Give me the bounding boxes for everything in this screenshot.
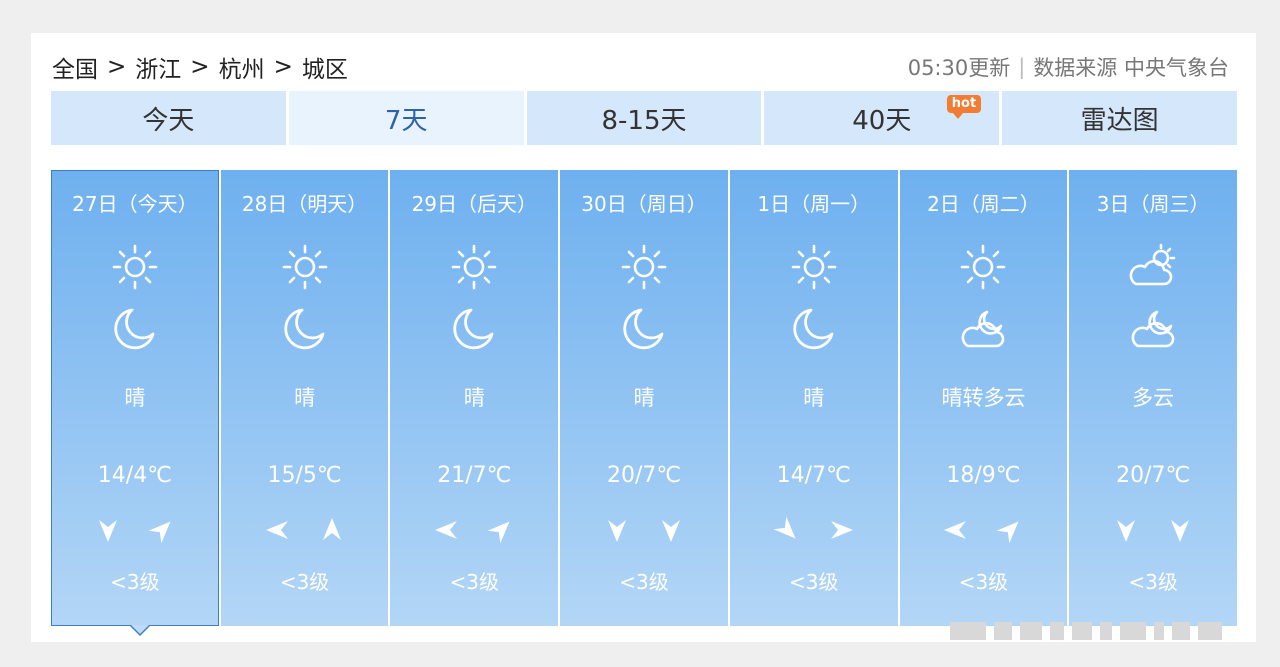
day-date: 3日（周三） bbox=[1096, 192, 1210, 216]
wind-arrow-left-icon bbox=[262, 514, 294, 550]
tab-label: 今天 bbox=[142, 105, 195, 136]
tab-today[interactable]: 今天 bbox=[51, 91, 286, 145]
wind-direction bbox=[390, 514, 558, 550]
wind-arrow-down-icon bbox=[601, 514, 633, 550]
sun-icon bbox=[617, 240, 671, 294]
moon-icon bbox=[787, 302, 841, 356]
temperature-range: 21/7℃ bbox=[437, 463, 512, 488]
temperature-range: 20/7℃ bbox=[606, 463, 682, 488]
day-date: 2日（周二） bbox=[927, 192, 1040, 216]
weather-description: 多云 bbox=[1132, 386, 1175, 410]
wind-direction bbox=[730, 514, 898, 550]
wind-direction bbox=[560, 514, 728, 550]
tab-radar[interactable]: 雷达图 bbox=[1002, 91, 1237, 145]
meta-divider: | bbox=[1018, 55, 1026, 79]
watermark bbox=[950, 620, 1240, 642]
forecast-tabs: 今天 7天 8-15天 40天 hot 雷达图 bbox=[51, 91, 1237, 145]
weather-description: 晴 bbox=[803, 386, 825, 410]
tab-label: 40天 bbox=[852, 105, 912, 136]
tab-label: 8-15天 bbox=[601, 105, 687, 136]
breadcrumb-item-city[interactable]: 杭州 bbox=[219, 50, 265, 84]
day-forecast[interactable]: 28日（明天） 晴 15/5℃ <3级 bbox=[220, 170, 389, 626]
wind-direction bbox=[51, 514, 219, 550]
wind-direction bbox=[1069, 514, 1237, 550]
sun-icon bbox=[787, 240, 841, 294]
wind-level: <3级 bbox=[449, 570, 500, 594]
weather-description: 晴 bbox=[463, 386, 485, 410]
temperature-range: 18/9℃ bbox=[946, 463, 1021, 488]
day-date: 29日（后天） bbox=[411, 192, 538, 216]
wind-arrow-up-right-icon bbox=[146, 514, 178, 550]
moon-icon bbox=[278, 302, 332, 356]
partly-cloudy-icon bbox=[1126, 240, 1180, 294]
daily-forecast-list: 27日（今天） 晴 14/4℃ <3级 28日（明天） 晴 15/5℃ <3级 29日（后天） 晴… bbox=[51, 170, 1238, 626]
weather-description: 晴 bbox=[124, 386, 146, 410]
selected-day-pointer bbox=[130, 625, 150, 636]
wind-arrow-up-right-icon bbox=[485, 514, 517, 550]
wind-level: <3级 bbox=[110, 570, 160, 594]
breadcrumb-item-province[interactable]: 浙江 bbox=[135, 50, 181, 84]
wind-arrow-down-icon bbox=[92, 514, 124, 550]
breadcrumb-separator: > bbox=[107, 54, 127, 80]
hot-badge: hot bbox=[946, 95, 982, 119]
breadcrumb-separator: > bbox=[273, 54, 293, 80]
day-forecast[interactable]: 27日（今天） 晴 14/4℃ <3级 bbox=[51, 170, 219, 626]
tab-7-days[interactable]: 7天 bbox=[288, 91, 524, 145]
wind-arrow-down-icon bbox=[1110, 514, 1142, 550]
cloudy-night-icon bbox=[956, 302, 1010, 356]
temperature-range: 15/5℃ bbox=[267, 463, 342, 488]
data-source: 数据来源 中央气象台 bbox=[1033, 56, 1229, 80]
sun-icon bbox=[108, 240, 162, 294]
moon-icon bbox=[447, 302, 501, 356]
day-forecast[interactable]: 3日（周三） 多云 20/7℃ <3级 bbox=[1069, 170, 1238, 626]
day-forecast[interactable]: 30日（周日） 晴 20/7℃ <3级 bbox=[560, 170, 728, 626]
day-date: 1日（周一） bbox=[757, 192, 871, 216]
temperature-range: 14/4℃ bbox=[97, 463, 172, 488]
tab-label: 7天 bbox=[384, 105, 428, 136]
wind-direction bbox=[221, 514, 389, 550]
top-bar: 全国 > 浙江 > 杭州 > 城区 05:30更新 | 数据来源 中央气象台 bbox=[52, 49, 1229, 85]
wind-arrow-up-icon bbox=[316, 514, 348, 550]
wind-arrow-left-icon bbox=[431, 514, 463, 550]
tab-40-days[interactable]: 40天 hot bbox=[764, 91, 1000, 145]
weather-description: 晴 bbox=[633, 386, 655, 410]
weather-description: 晴转多云 bbox=[941, 386, 1026, 410]
temperature-range: 14/7℃ bbox=[776, 463, 851, 488]
day-date: 30日（周日） bbox=[581, 192, 707, 216]
weather-description: 晴 bbox=[294, 386, 316, 410]
sun-icon bbox=[447, 240, 501, 294]
wind-arrow-left-icon bbox=[940, 514, 972, 550]
wind-level: <3级 bbox=[619, 570, 669, 594]
tab-8-15-days[interactable]: 8-15天 bbox=[526, 91, 762, 145]
temperature-range: 20/7℃ bbox=[1116, 463, 1191, 488]
update-time: 05:30更新 bbox=[907, 56, 1011, 80]
day-forecast[interactable]: 2日（周二） 晴转多云 18/9℃ <3级 bbox=[899, 170, 1068, 626]
sun-icon bbox=[956, 240, 1010, 294]
day-forecast[interactable]: 1日（周一） 晴 14/7℃ <3级 bbox=[729, 170, 898, 626]
wind-arrow-right-icon bbox=[825, 514, 857, 550]
wind-arrow-up-right-icon bbox=[994, 514, 1026, 550]
update-meta: 05:30更新 | 数据来源 中央气象台 bbox=[908, 52, 1229, 82]
wind-level: <3级 bbox=[1128, 570, 1178, 594]
wind-arrow-down-icon bbox=[1164, 514, 1196, 550]
tab-label: 雷达图 bbox=[1080, 105, 1159, 136]
day-forecast[interactable]: 29日（后天） 晴 21/7℃ <3级 bbox=[390, 170, 559, 626]
day-date: 27日（今天） bbox=[72, 192, 198, 216]
wind-level: <3级 bbox=[279, 570, 330, 594]
wind-arrow-down-right-icon bbox=[771, 514, 803, 550]
wind-level: <3级 bbox=[788, 570, 839, 594]
breadcrumb-item-country[interactable]: 全国 bbox=[52, 50, 98, 84]
wind-arrow-down-icon bbox=[655, 514, 687, 550]
day-date: 28日（明天） bbox=[241, 192, 368, 216]
moon-icon bbox=[108, 302, 162, 356]
breadcrumb: 全国 > 浙江 > 杭州 > 城区 bbox=[52, 50, 348, 84]
wind-direction bbox=[900, 514, 1068, 550]
weather-forecast-card: 全国 > 浙江 > 杭州 > 城区 05:30更新 | 数据来源 中央气象台 今… bbox=[31, 33, 1256, 642]
cloudy-night-icon bbox=[1126, 302, 1180, 356]
breadcrumb-separator: > bbox=[190, 54, 210, 80]
breadcrumb-item-district: 城区 bbox=[301, 57, 348, 83]
wind-level: <3级 bbox=[958, 570, 1009, 594]
moon-icon bbox=[617, 302, 671, 356]
sun-icon bbox=[278, 240, 332, 294]
